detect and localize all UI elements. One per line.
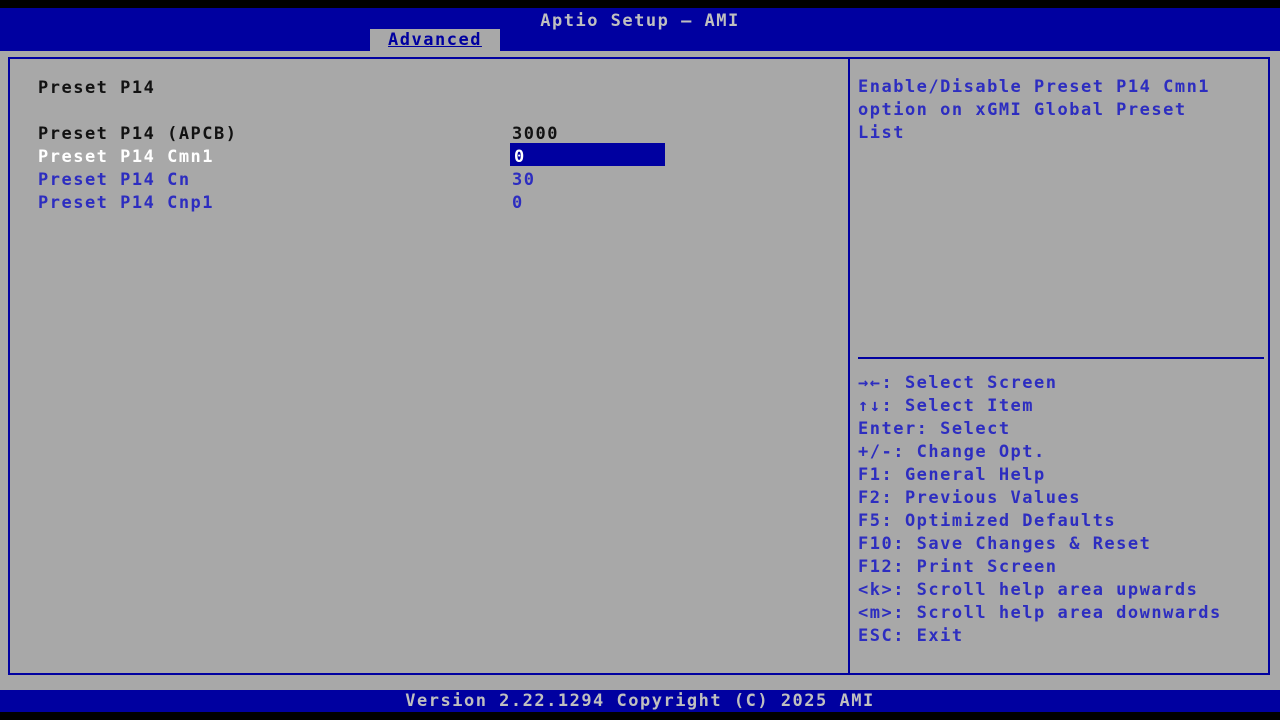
app-title: Aptio Setup – AMI [540, 11, 740, 31]
bottom-black-strip [0, 712, 1280, 720]
key-legend-line-12: ESC: Exit [858, 625, 1222, 648]
setting-label: Preset P14 Cn [38, 170, 191, 190]
setting-label: Preset P14 Cmn1 [38, 147, 214, 167]
key-legend: →←: Select Screen↑↓: Select ItemEnter: S… [858, 372, 1222, 648]
value-input-highlight[interactable]: 0 [510, 143, 665, 166]
titlebar: Aptio Setup – AMI [0, 8, 1280, 51]
key-legend-line-9: F12: Print Screen [858, 556, 1222, 579]
tab-advanced-label: Advanced [388, 30, 482, 50]
panel-vertical-divider [848, 57, 850, 675]
section-title: Preset P14 [38, 78, 155, 98]
key-legend-line-1: →←: Select Screen [858, 372, 1222, 395]
help-panel-divider [858, 357, 1264, 359]
top-black-strip [0, 0, 1280, 8]
key-legend-line-10: <k>: Scroll help area upwards [858, 579, 1222, 602]
key-legend-line-5: F1: General Help [858, 464, 1222, 487]
setting-value: 0 [514, 147, 526, 167]
setting-value: 0 [512, 193, 524, 213]
setting-label: Preset P14 Cnp1 [38, 193, 214, 213]
key-legend-line-3: Enter: Select [858, 418, 1222, 441]
key-legend-line-8: F10: Save Changes & Reset [858, 533, 1222, 556]
setting-row-2[interactable]: Preset P14 Cmn1 0 [0, 147, 840, 170]
tab-advanced[interactable]: Advanced [370, 29, 500, 52]
setting-row-1: Preset P14 (APCB) 3000 [0, 124, 840, 147]
bios-setup-screen: Aptio Setup – AMI Advanced Preset P14 Pr… [0, 0, 1280, 720]
key-legend-line-7: F5: Optimized Defaults [858, 510, 1222, 533]
setting-value: 30 [512, 170, 535, 190]
setting-row-3[interactable]: Preset P14 Cn 30 [0, 170, 840, 193]
footer-bar: Version 2.22.1294 Copyright (C) 2025 AMI [0, 690, 1280, 712]
help-text: Enable/Disable Preset P14 Cmn1 option on… [858, 76, 1238, 145]
key-legend-line-6: F2: Previous Values [858, 487, 1222, 510]
version-text: Version 2.22.1294 Copyright (C) 2025 AMI [405, 691, 874, 711]
key-legend-line-11: <m>: Scroll help area downwards [858, 602, 1222, 625]
setting-label: Preset P14 (APCB) [38, 124, 238, 144]
setting-value: 3000 [512, 124, 559, 144]
setting-row-4[interactable]: Preset P14 Cnp1 0 [0, 193, 840, 216]
key-legend-line-2: ↑↓: Select Item [858, 395, 1222, 418]
key-legend-line-4: +/-: Change Opt. [858, 441, 1222, 464]
